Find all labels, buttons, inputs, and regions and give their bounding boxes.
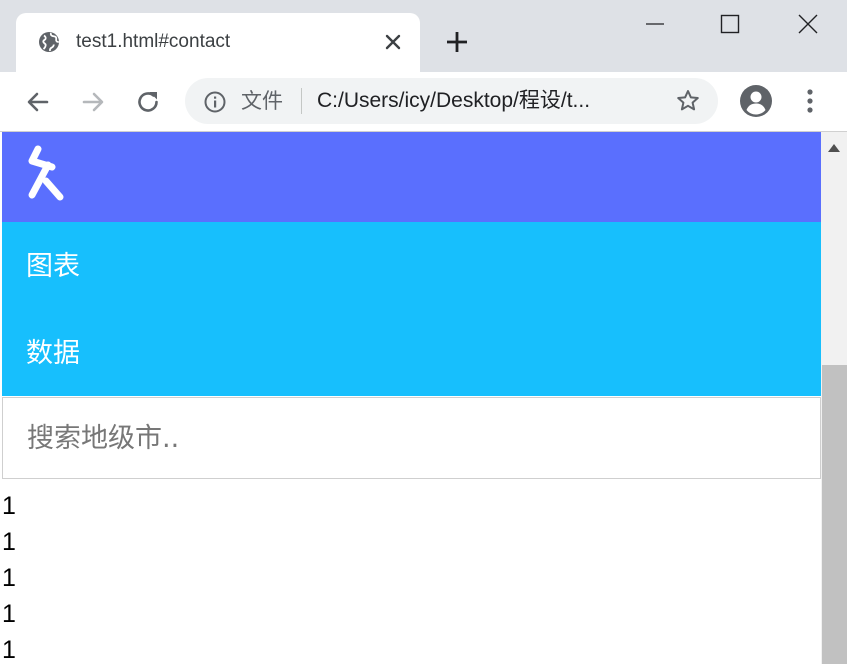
search-input[interactable] [3,398,820,478]
browser-toolbar: 文件 C:/Users/icy/Desktop/程设/t... [0,72,847,132]
close-icon[interactable] [381,30,405,54]
info-icon[interactable] [203,90,227,114]
kebab-menu-icon[interactable] [800,86,820,116]
vertical-scrollbar[interactable] [821,132,847,664]
nav-menu: 图表 数据 [2,222,821,396]
logo-icon[interactable] [24,145,70,203]
menu-item-chart[interactable]: 图表 [26,250,80,284]
maximize-icon[interactable] [720,14,740,34]
search-box [2,397,821,479]
back-arrow-icon[interactable] [25,89,51,115]
list-item: 1 [2,492,16,520]
page-content: 图表 数据 1 1 1 1 1 [0,132,821,664]
list-item: 1 [2,600,16,628]
reload-icon[interactable] [134,88,162,116]
scrollbar-thumb[interactable] [822,365,847,664]
list-item: 1 [2,564,16,592]
profile-avatar-icon[interactable] [738,83,774,119]
address-bar[interactable]: 文件 C:/Users/icy/Desktop/程设/t... [185,78,718,124]
globe-icon [39,32,59,52]
list-item: 1 [2,528,16,556]
forward-arrow-icon[interactable] [80,89,106,115]
brand-bar [2,132,821,222]
url-text[interactable]: C:/Users/icy/Desktop/程设/t... [317,88,590,114]
minimize-icon[interactable] [645,14,665,34]
menu-item-data[interactable]: 数据 [26,337,80,371]
window-close-icon[interactable] [797,13,819,35]
browser-tab[interactable]: test1.html#contact [16,13,420,72]
tab-strip: test1.html#contact [0,0,847,72]
address-separator [301,88,302,114]
results-list: 1 1 1 1 1 [2,488,16,664]
scroll-up-arrow-icon[interactable] [828,144,840,152]
new-tab-icon[interactable] [444,29,470,55]
list-item: 1 [2,636,16,664]
site-security-label: 文件 [241,89,283,113]
bookmark-star-icon[interactable] [675,88,701,114]
tab-title: test1.html#contact [76,31,231,52]
